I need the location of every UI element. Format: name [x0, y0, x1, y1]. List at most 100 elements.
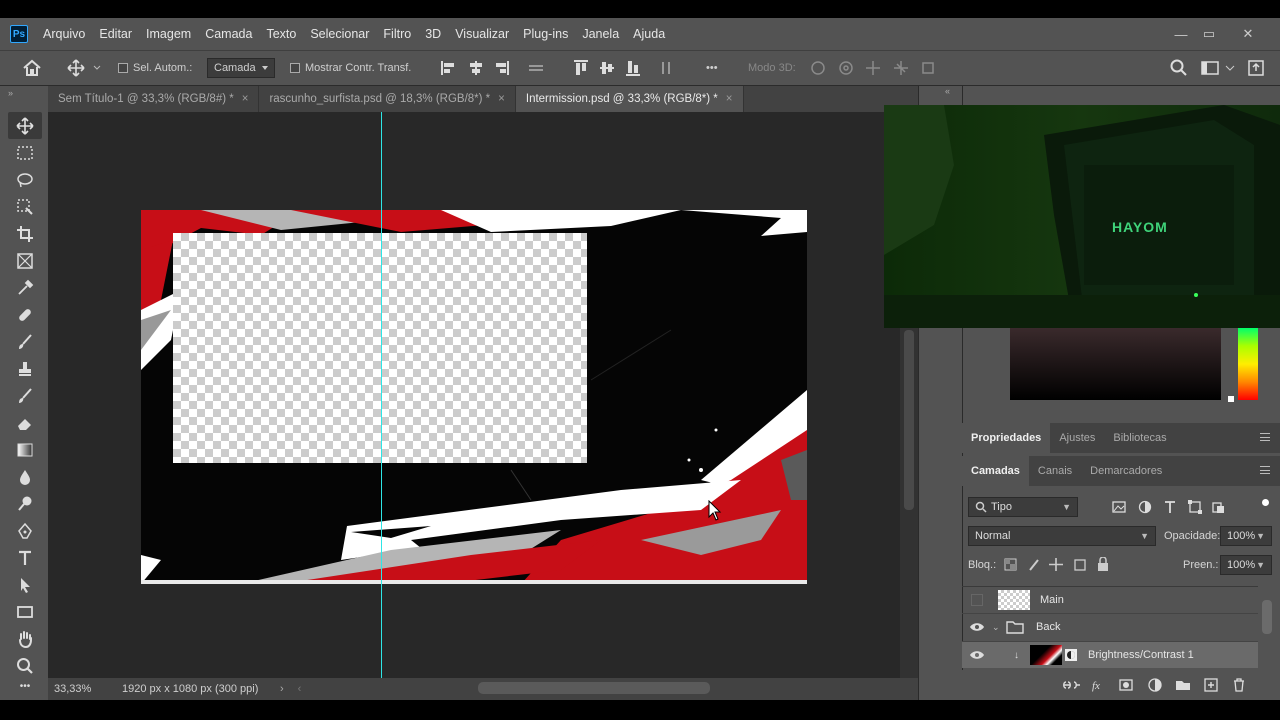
- opacity-field[interactable]: 100% ▼: [1220, 526, 1272, 546]
- blur-tool[interactable]: [8, 463, 42, 490]
- pen-tool[interactable]: [8, 517, 42, 544]
- menu-3d[interactable]: 3D: [418, 18, 448, 50]
- tab-close-icon[interactable]: ×: [242, 93, 249, 105]
- tab-rascunho-surfista[interactable]: rascunho_surfista.psd @ 18,3% (RGB/8*) *…: [259, 86, 516, 112]
- layers-scrollbar[interactable]: [1262, 600, 1272, 634]
- healing-brush-tool[interactable]: [8, 301, 42, 328]
- workspace-icon[interactable]: [1200, 51, 1240, 85]
- tab-intermission[interactable]: Intermission.psd @ 33,3% (RGB/8*) * ×: [515, 86, 744, 112]
- history-brush-tool[interactable]: [8, 382, 42, 409]
- tab-canais[interactable]: Canais: [1029, 456, 1081, 486]
- close-window-button[interactable]: ✕: [1233, 18, 1263, 50]
- filter-toggle-icon[interactable]: [1262, 499, 1269, 506]
- tab-propriedades[interactable]: Propriedades: [962, 423, 1051, 453]
- layer-actions-icons[interactable]: fx: [1062, 677, 1262, 693]
- frame-tool[interactable]: [8, 247, 42, 274]
- document-canvas[interactable]: [141, 210, 807, 584]
- menu-visualizar[interactable]: Visualizar: [448, 18, 516, 50]
- status-expand-icon[interactable]: ›: [280, 683, 284, 695]
- menu-texto[interactable]: Texto: [259, 18, 303, 50]
- layer-filter-dropdown[interactable]: Tipo ▼: [968, 497, 1078, 517]
- share-icon[interactable]: [1246, 51, 1266, 85]
- lasso-tool[interactable]: [8, 166, 42, 193]
- minimize-button[interactable]: —: [1166, 18, 1196, 50]
- tab-label: rascunho_surfista.psd @ 18,3% (RGB/8*) *: [269, 93, 491, 105]
- move-tool[interactable]: [8, 112, 42, 139]
- layer-thumbnail: [1030, 645, 1062, 665]
- bottom-border: [0, 700, 1280, 720]
- auto-select-label: Sel. Autom.:: [133, 62, 193, 74]
- tab-ajustes[interactable]: Ajustes: [1050, 423, 1104, 453]
- menu-camada[interactable]: Camada: [198, 18, 259, 50]
- menu-imagem[interactable]: Imagem: [139, 18, 198, 50]
- object-selection-tool[interactable]: [8, 193, 42, 220]
- type-tool[interactable]: [8, 544, 42, 571]
- tab-sem-titulo[interactable]: Sem Título-1 @ 33,3% (RGB/8#) * ×: [48, 86, 260, 112]
- tab-close-icon[interactable]: ×: [726, 93, 733, 105]
- lock-icons[interactable]: [1004, 557, 1110, 572]
- menu-plugins[interactable]: Plug-ins: [516, 18, 575, 50]
- more-tools-icon[interactable]: •••: [8, 679, 42, 693]
- auto-select-checkbox[interactable]: [118, 63, 128, 73]
- hand-tool[interactable]: [8, 625, 42, 652]
- 3d-tools-group: [808, 51, 940, 85]
- dodge-tool[interactable]: [8, 490, 42, 517]
- visibility-toggle[interactable]: [962, 594, 992, 606]
- zoom-tool[interactable]: [8, 652, 42, 679]
- vertical-scroll-thumb[interactable]: [904, 330, 914, 510]
- more-options-button[interactable]: •••: [706, 51, 718, 85]
- blend-mode-value: Normal: [975, 530, 1011, 542]
- zoom-level[interactable]: 33,33%: [54, 683, 122, 695]
- auto-select-dropdown[interactable]: Camada: [207, 58, 275, 78]
- menu-filtro[interactable]: Filtro: [376, 18, 418, 50]
- collapse-tools-icon[interactable]: »: [8, 88, 13, 98]
- color-picker-field[interactable]: [1010, 328, 1221, 400]
- show-transform-checkbox[interactable]: [290, 63, 300, 73]
- tab-camadas[interactable]: Camadas: [962, 456, 1029, 486]
- scroll-left-icon[interactable]: ‹: [298, 683, 302, 695]
- eraser-tool[interactable]: [8, 409, 42, 436]
- tab-bibliotecas[interactable]: Bibliotecas: [1104, 423, 1175, 453]
- rectangle-tool[interactable]: [8, 598, 42, 625]
- eye-icon[interactable]: [962, 650, 992, 660]
- blend-mode-dropdown[interactable]: Normal ▼: [968, 526, 1156, 546]
- layer-row-back-group[interactable]: ⌄ Back: [962, 613, 1258, 640]
- home-icon[interactable]: [22, 51, 42, 85]
- menu-janela[interactable]: Janela: [575, 18, 626, 50]
- clone-stamp-tool[interactable]: [8, 355, 42, 382]
- layers-panel-tabs: Camadas Canais Demarcadores: [962, 456, 1280, 486]
- menu-arquivo[interactable]: Arquivo: [36, 18, 92, 50]
- layer-filter-icons[interactable]: [1112, 500, 1232, 514]
- move-tool-preset-icon[interactable]: [66, 51, 102, 85]
- eye-icon[interactable]: [962, 622, 992, 632]
- options-bar: Sel. Autom.: Camada Mostrar Contr. Trans…: [0, 50, 1280, 86]
- path-selection-tool[interactable]: [8, 571, 42, 598]
- tab-close-icon[interactable]: ×: [498, 93, 505, 105]
- chevron-down-icon[interactable]: ⌄: [992, 622, 1006, 633]
- menu-selecionar[interactable]: Selecionar: [303, 18, 376, 50]
- menu-ajuda[interactable]: Ajuda: [626, 18, 672, 50]
- search-icon[interactable]: [1170, 51, 1188, 85]
- layer-row-main[interactable]: Main: [962, 586, 1258, 613]
- layer-name: Main: [1040, 594, 1064, 606]
- crop-tool[interactable]: [8, 220, 42, 247]
- tab-label: Sem Título-1 @ 33,3% (RGB/8#) *: [58, 93, 234, 105]
- menu-editar[interactable]: Editar: [92, 18, 139, 50]
- gradient-tool[interactable]: [8, 436, 42, 463]
- hue-slider[interactable]: [1238, 328, 1258, 400]
- layer-row-brightness-contrast[interactable]: ↓ Brightness/Contrast 1: [962, 641, 1258, 668]
- maximize-button[interactable]: ▭: [1194, 18, 1224, 50]
- vertical-guide-line[interactable]: [381, 112, 382, 678]
- brush-tool[interactable]: [8, 328, 42, 355]
- fill-field[interactable]: 100% ▼: [1220, 555, 1272, 575]
- webcam-image: [884, 105, 1280, 328]
- color-swatch-marker[interactable]: [1228, 396, 1234, 402]
- horizontal-scroll-thumb[interactable]: [478, 682, 710, 694]
- collapse-panels-icon[interactable]: «: [945, 86, 950, 96]
- tab-demarcadores[interactable]: Demarcadores: [1081, 456, 1171, 486]
- layers-menu-icon[interactable]: [1260, 466, 1270, 474]
- properties-menu-icon[interactable]: [1260, 433, 1270, 441]
- marquee-tool[interactable]: [8, 139, 42, 166]
- eyedropper-tool[interactable]: [8, 274, 42, 301]
- menu-bar: Ps Arquivo Editar Imagem Camada Texto Se…: [0, 18, 1280, 50]
